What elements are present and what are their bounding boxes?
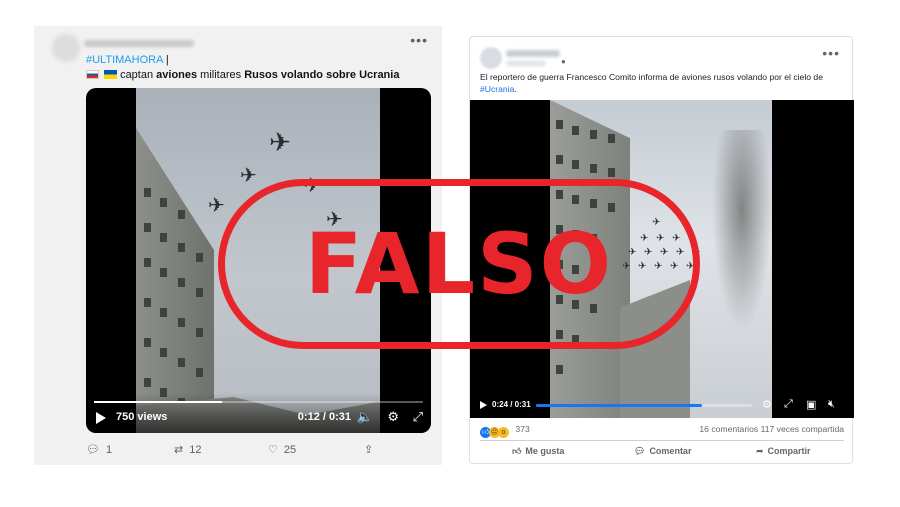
video-progress-bar[interactable] — [536, 404, 752, 407]
settings-gear-icon[interactable]: ⚙ — [387, 409, 399, 425]
play-icon[interactable] — [96, 412, 106, 424]
ukraine-flag-icon — [104, 70, 118, 79]
hashtag-link[interactable]: #Ucrania — [480, 84, 514, 94]
settings-gear-icon[interactable]: ⚙ — [762, 398, 772, 411]
tweet-text: #ULTIMAHORA | captan aviones militares R… — [86, 53, 399, 83]
russia-flag-icon — [86, 70, 99, 79]
like-count: 25 — [283, 444, 297, 456]
share-arrow-icon: ➦ — [756, 446, 764, 456]
retweet-count: 12 — [189, 444, 202, 456]
share-count[interactable]: 117 veces compartida — [761, 424, 844, 434]
more-options-icon[interactable]: ••• — [822, 45, 840, 61]
mute-icon[interactable]: 🔇︎ — [828, 398, 835, 411]
video-progress-bar[interactable] — [94, 401, 423, 403]
reaction-count[interactable]: 373 — [515, 424, 529, 434]
page-name-blurred[interactable] — [506, 50, 560, 57]
post-date-blurred — [506, 61, 546, 66]
post-text: El reportero de guerra Francesco Comito … — [480, 71, 840, 95]
divider — [480, 440, 844, 441]
video-controls: 0:24 / 0:31 ⚙ ⤢ ▣ 🔇︎ — [470, 392, 854, 418]
hashtag-link[interactable]: #ULTIMAHORA — [86, 54, 163, 66]
tweet-header-blurred — [52, 34, 414, 62]
globe-icon: ● — [561, 57, 566, 66]
comment-button-label: Comentar — [649, 446, 692, 456]
heart-icon: ♡ — [268, 444, 278, 456]
tweet-action-bar: 💬︎ 1 ⇄ 12 ♡ 25 ⇪ — [86, 443, 386, 461]
tweet-text-part: captan — [120, 69, 157, 81]
retweet-button[interactable]: ⇄ 12 — [174, 443, 201, 456]
reply-icon: 💬︎ — [86, 444, 100, 456]
tweet-text-part: militares — [197, 69, 245, 81]
reply-button[interactable]: 💬︎ 1 — [86, 443, 112, 456]
jet-icon: ✈ — [208, 195, 225, 217]
like-button-label: Me gusta — [525, 446, 565, 456]
video-controls: 750 views 0:12 / 0:31 🔈 ⚙ ⤢ — [86, 393, 431, 433]
post-text-body: El reportero de guerra Francesco Comito … — [480, 72, 823, 82]
tweet-text-bold: Rusos volando sobre Ucrania — [244, 69, 400, 81]
false-verdict-stamp: FALSO — [218, 179, 700, 349]
video-frame-tree — [712, 130, 772, 330]
retweet-icon: ⇄ — [174, 444, 184, 456]
more-options-icon[interactable]: ••• — [410, 32, 428, 48]
comment-icon: 💬︎ — [634, 446, 646, 456]
avatar[interactable] — [52, 34, 80, 62]
video-progress-fill — [94, 401, 223, 403]
comment-button[interactable]: 💬︎ Comentar — [634, 446, 691, 457]
share-icon: ⇪ — [364, 444, 374, 456]
author-name-blurred[interactable] — [84, 40, 194, 47]
share-button[interactable]: ➦ Compartir — [756, 446, 811, 457]
like-button[interactable]: 👍︎ Me gusta — [512, 446, 564, 457]
wow-reaction-icon[interactable]: o — [498, 427, 509, 438]
post-action-bar: 👍︎ Me gusta 💬︎ Comentar ➦ Compartir — [480, 446, 844, 460]
view-count: 750 views — [116, 411, 168, 423]
hashtag-suffix: . — [514, 84, 517, 94]
avatar[interactable] — [480, 47, 502, 69]
picture-in-picture-icon[interactable]: ▣ — [806, 398, 816, 411]
share-button[interactable]: ⇪ — [364, 443, 373, 456]
reply-count: 1 — [105, 444, 113, 456]
stamp-label: FALSO — [304, 215, 614, 313]
fullscreen-icon[interactable]: ⤢ — [413, 409, 423, 425]
thumbs-up-icon: 👍︎ — [512, 446, 522, 456]
comment-count[interactable]: 16 comentarios — [699, 424, 758, 434]
video-progress-fill — [536, 404, 703, 407]
video-time: 0:24 / 0:31 — [492, 400, 531, 409]
play-icon[interactable] — [480, 401, 487, 409]
like-button[interactable]: ♡ 25 — [268, 443, 296, 456]
tweet-text-bold: aviones — [156, 69, 198, 81]
share-button-label: Compartir — [767, 446, 811, 456]
jet-icon: ✈ — [240, 165, 257, 187]
engagement-stats: 👍︎ ☹ o 373 16 comentarios 117 veces compar… — [480, 424, 844, 438]
video-time: 0:12 / 0:31 — [297, 411, 351, 423]
volume-icon[interactable]: 🔈 — [357, 409, 373, 425]
fullscreen-icon[interactable]: ⤢ — [784, 398, 793, 411]
hashtag-suffix: | — [162, 54, 169, 66]
jet-icon: ✈ — [269, 127, 291, 157]
